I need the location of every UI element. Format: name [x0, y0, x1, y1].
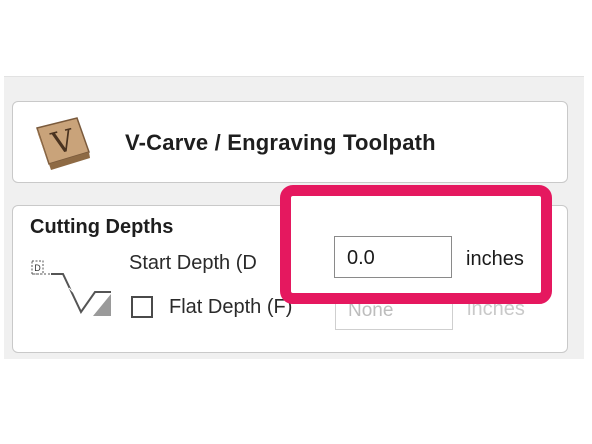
depth-marker-letter: D [34, 263, 41, 273]
start-depth-unit: inches [466, 248, 524, 270]
flat-depth-label: Flat Depth (F) [169, 296, 293, 318]
toolpath-title: V-Carve / Engraving Toolpath [125, 130, 436, 155]
start-depth-label: Start Depth (D [129, 252, 257, 274]
v-carve-block-icon: V [36, 117, 90, 170]
flat-depth-checkbox[interactable] [131, 296, 153, 318]
toolpath-header: V V-Carve / Engraving Toolpath [12, 101, 568, 183]
section-title: Cutting Depths [30, 216, 174, 238]
depth-profile-icon: D [31, 260, 111, 316]
start-depth-input[interactable]: 0.0 [334, 236, 452, 278]
start-depth-highlight: 0.0 inches [280, 185, 552, 304]
